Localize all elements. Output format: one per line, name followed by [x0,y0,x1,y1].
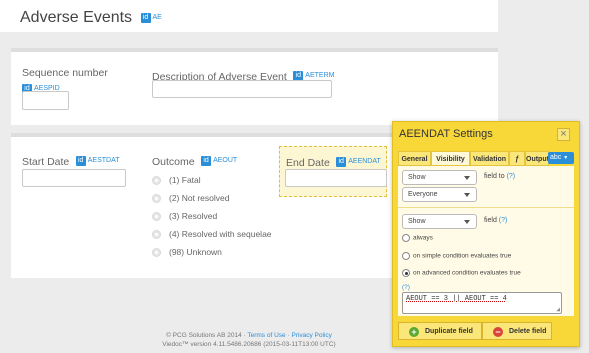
terms-link[interactable]: Terms of Use [247,332,285,339]
caret-down-icon: ▼ [563,155,569,161]
id-badge-icon: id [140,12,151,23]
caret-down-icon [464,220,470,224]
end-date-var: AEENDAT [348,158,381,166]
abc-dropdown[interactable]: abc ▼ [548,152,574,164]
caret-down-icon [464,176,470,180]
remove-icon: − [493,327,503,337]
radio-selected-icon [402,269,410,277]
show-select-2[interactable]: Show [402,214,477,229]
outcome-var: AEOUT [213,157,238,165]
sequence-label: Sequence number [22,67,108,79]
field-to-text: field to (?) [484,173,516,180]
settings-title: AEENDAT Settings [399,128,493,140]
radio-icon [152,176,161,186]
expression-textarea[interactable]: AEOUT == 3 || AEOUT == 4 ◢ [402,292,562,314]
section-divider [398,207,574,208]
id-badge-icon: id [201,155,212,166]
radio-icon [402,252,410,260]
start-date-input[interactable] [22,169,126,187]
radio-icon [152,230,161,240]
role-select[interactable]: Everyone [402,187,477,202]
description-var: AETERM [305,72,335,80]
resize-handle-icon[interactable]: ◢ [556,306,560,313]
title-var: AE [152,14,162,22]
condition-advanced[interactable]: on advanced condition evaluates true [402,269,521,277]
tab-validation[interactable]: Validation [470,151,509,166]
start-date-field: Start Date id AESTDAT [22,152,120,170]
end-date-input[interactable] [285,169,387,187]
outcome-option[interactable]: (98) Unknown [152,243,272,261]
page-title-row: Adverse Events id AE [20,9,162,27]
tab-general[interactable]: General [398,151,431,166]
settings-panel: AEENDAT Settings × General Visibility Va… [392,121,580,347]
expression-text: AEOUT == 3 || AEOUT == 4 [406,295,507,303]
duplicate-field-button[interactable]: + Duplicate field [398,322,482,340]
add-icon: + [409,327,419,337]
footer-copyright: © PCG Solutions AB 2014 · [166,332,248,339]
tab-function[interactable]: ƒ [509,151,525,166]
delete-field-button[interactable]: − Delete field [482,322,552,340]
id-badge-icon: id [336,156,347,167]
end-date-field[interactable]: End Date id AEENDAT [279,146,387,197]
condition-simple[interactable]: on simple condition evaluates true [402,252,511,260]
tab-output[interactable]: Output [525,151,549,166]
show-select-1[interactable]: Show [402,170,477,185]
close-icon[interactable]: × [557,128,570,141]
end-date-label: End Date [286,157,330,169]
help-link[interactable]: (?) [507,173,516,180]
privacy-link[interactable]: Privacy Policy [291,332,331,339]
field-text: field (?) [484,217,508,224]
outcome-field: Outcome id AEOUT [152,152,237,170]
help-link[interactable]: (?) [499,217,508,224]
outcome-option[interactable]: (1) Fatal [152,171,272,189]
sequence-input[interactable] [22,91,69,110]
start-date-var: AESTDAT [87,157,120,165]
page-title: Adverse Events [20,9,133,26]
radio-icon [152,248,161,258]
outcome-option[interactable]: (4) Resolved with sequelae [152,225,272,243]
outcome-options: (1) Fatal (2) Not resolved (3) Resolved … [152,171,272,261]
id-badge-icon: id [75,155,86,166]
expression-help[interactable]: (?) [402,284,410,291]
start-date-label: Start Date [22,156,70,168]
condition-always[interactable]: always [402,234,433,242]
radio-icon [402,234,410,242]
outcome-label: Outcome [152,156,195,168]
settings-tabs: General Visibility Validation ƒ Output a… [398,151,574,166]
caret-down-icon [464,193,470,197]
outcome-option[interactable]: (3) Resolved [152,207,272,225]
outcome-option[interactable]: (2) Not resolved [152,189,272,207]
radio-icon [152,212,161,222]
visibility-content: Show field to (?) Everyone Show field (?… [398,166,574,316]
description-input[interactable] [152,80,332,98]
tab-visibility[interactable]: Visibility [431,151,470,166]
radio-icon [152,194,161,204]
